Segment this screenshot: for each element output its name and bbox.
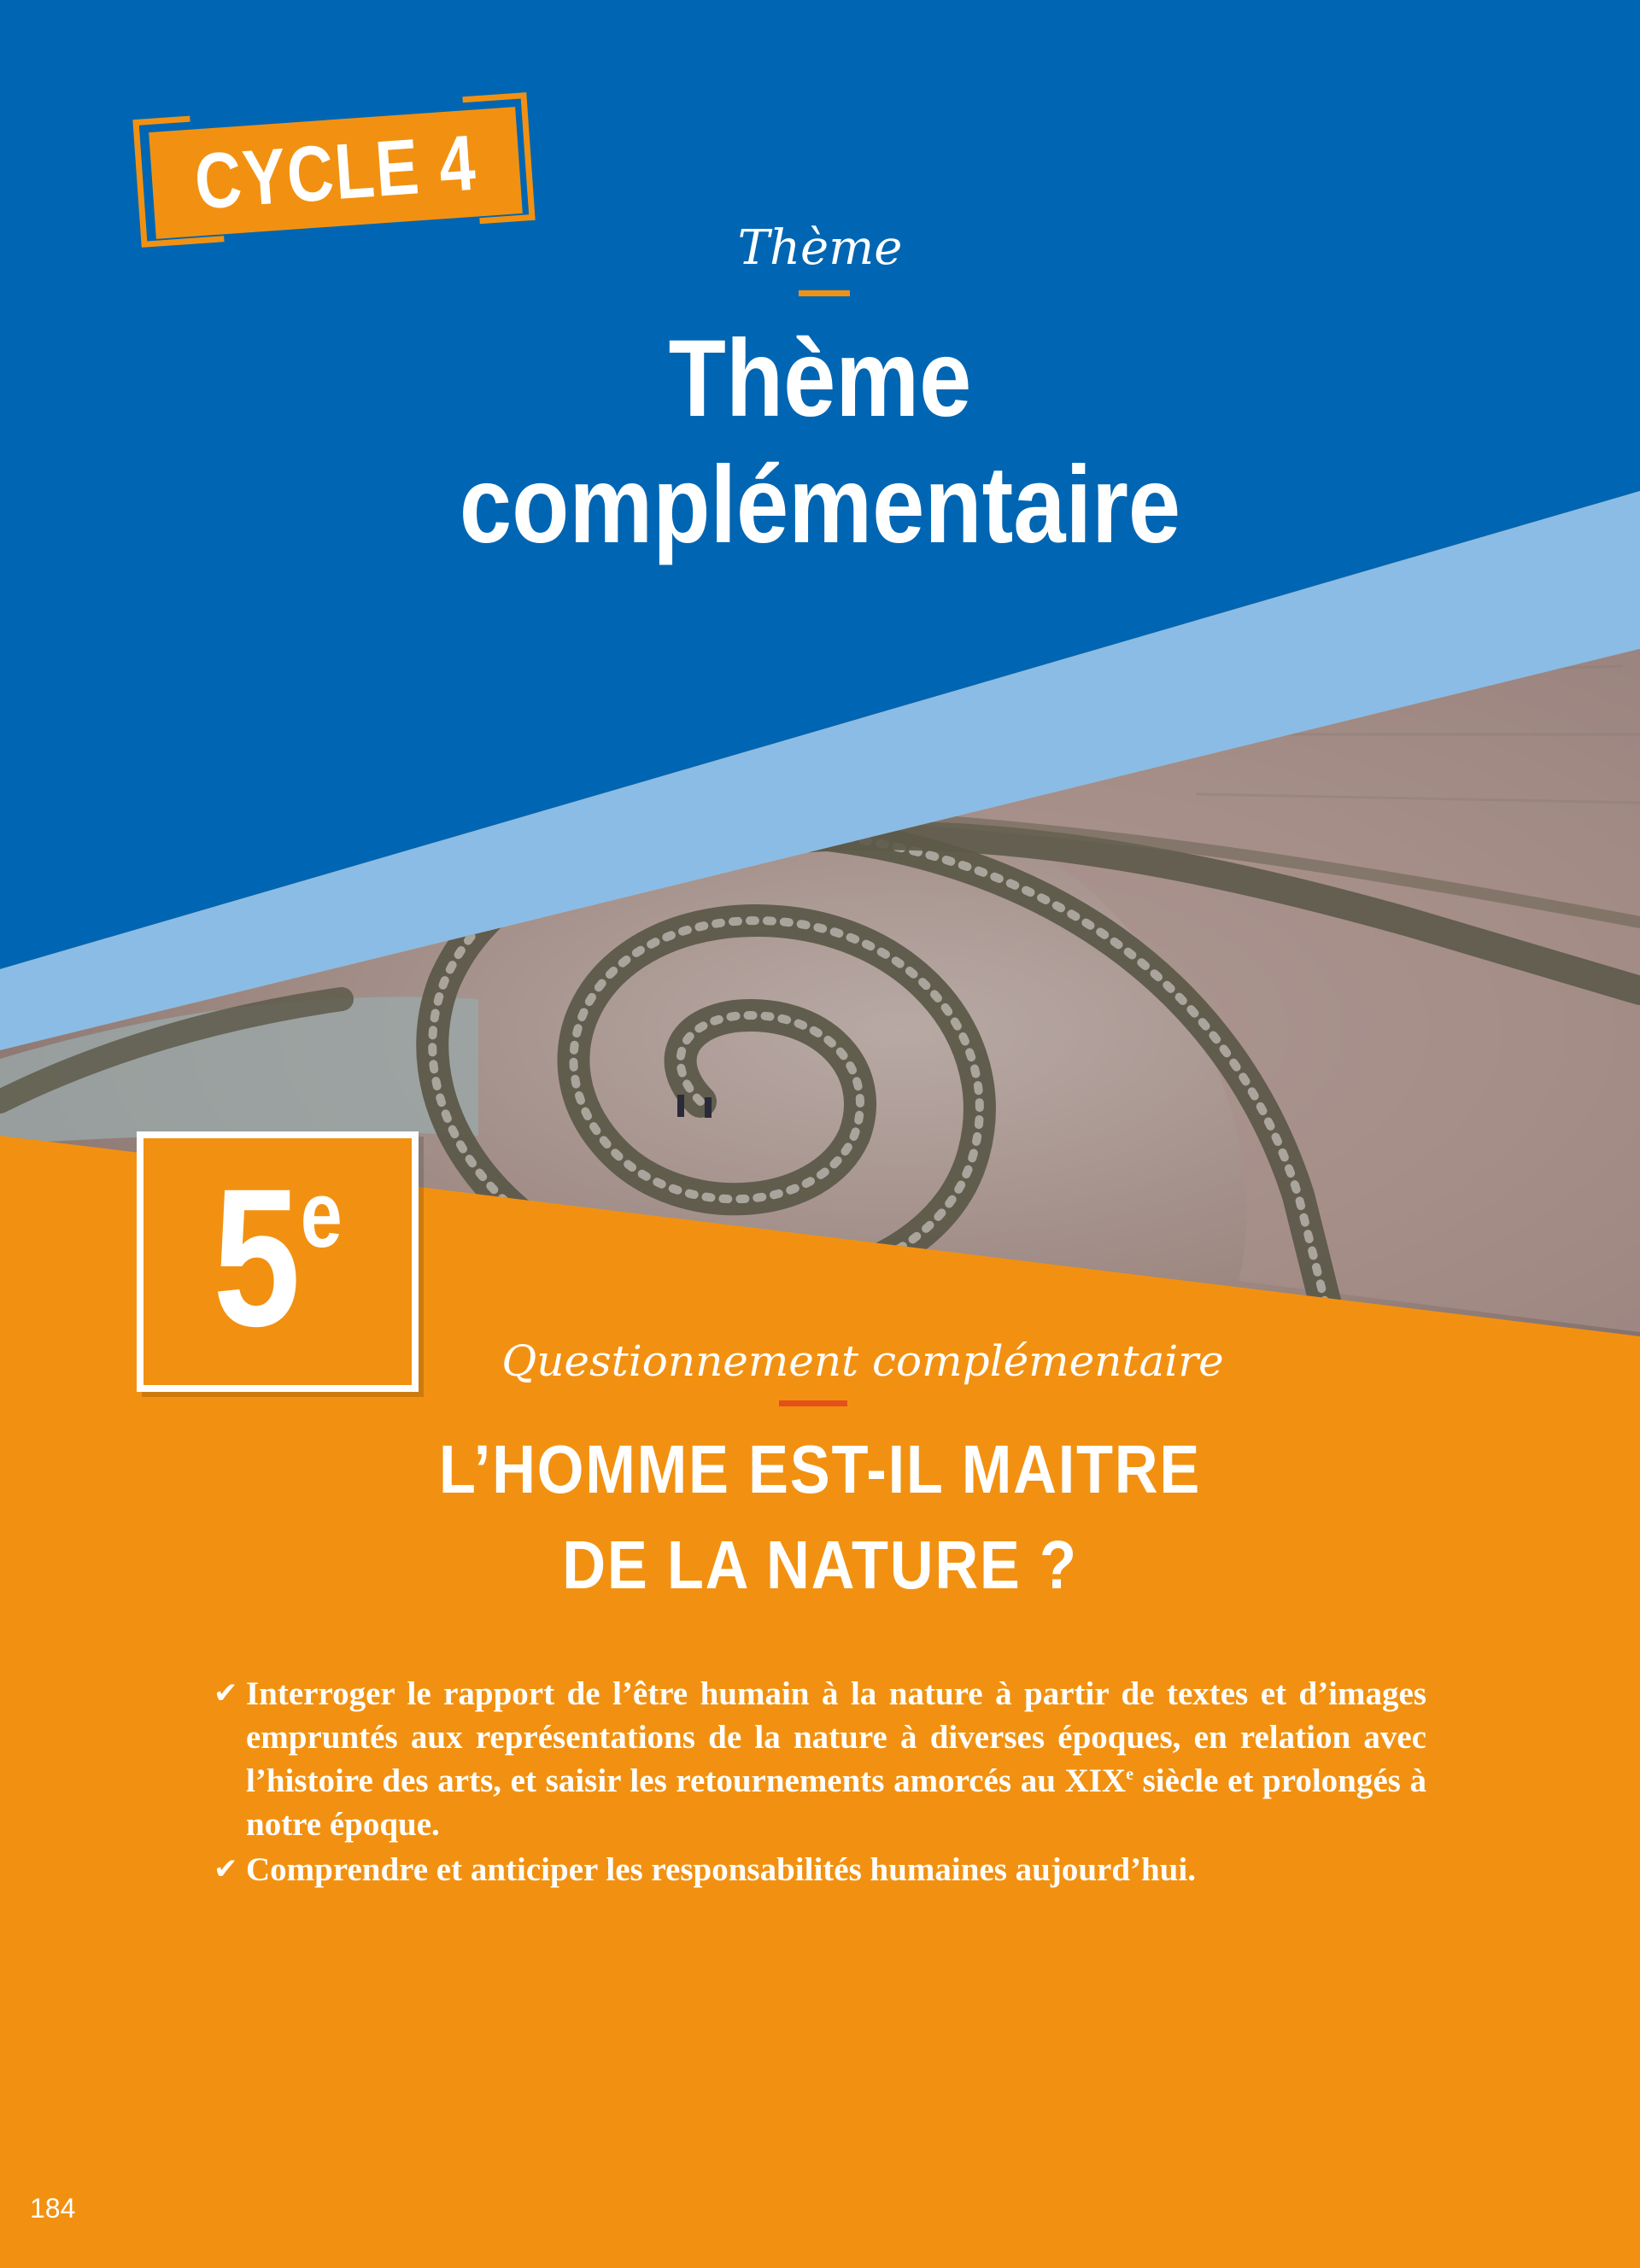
theme-rule — [799, 290, 850, 296]
objectives-list: ✔ Interroger le rapport de l’être humain … — [214, 1672, 1426, 1893]
question-title-line2: DE LA NATURE ? — [562, 1527, 1078, 1603]
objective-item-2: ✔ Comprendre et anticiper les responsabil… — [214, 1848, 1426, 1891]
check-icon: ✔ — [214, 1676, 238, 1710]
question-script-label: Questionnement complémentaire — [501, 1336, 1224, 1386]
person-figure-1 — [677, 1095, 684, 1117]
cycle-label: CYCLE 4 — [191, 119, 480, 226]
theme-title-line1: Thème — [668, 318, 972, 440]
objective-item-1: ✔ Interroger le rapport de l’être humain … — [214, 1672, 1426, 1846]
grade-badge: 5e — [137, 1131, 419, 1392]
grade-number: 5 — [213, 1148, 301, 1367]
grade-suffix: e — [300, 1162, 343, 1267]
question-title: L’HOMME EST-IL MAITRE DE LA NATURE ? — [369, 1422, 1271, 1613]
page-number: 184 — [30, 2193, 76, 2224]
page: CYCLE 4 Thème Thème complémentaire 5e Qu… — [0, 0, 1640, 2268]
person-figure-2 — [705, 1097, 712, 1118]
check-icon: ✔ — [214, 1852, 238, 1886]
cycle-tag: CYCLE 4 — [132, 92, 547, 248]
question-title-line1: L’HOMME EST-IL MAITRE — [438, 1431, 1202, 1507]
grade-label: 5e — [170, 1155, 384, 1360]
question-rule — [779, 1400, 847, 1406]
objective-2-text: Comprendre et anticiper les responsabili… — [246, 1851, 1196, 1888]
theme-title-line2: complémentaire — [459, 444, 1181, 566]
objective-1-sup: e — [1126, 1765, 1133, 1784]
theme-script-label: Thème — [737, 220, 903, 276]
theme-title: Thème complémentaire — [379, 316, 1261, 569]
